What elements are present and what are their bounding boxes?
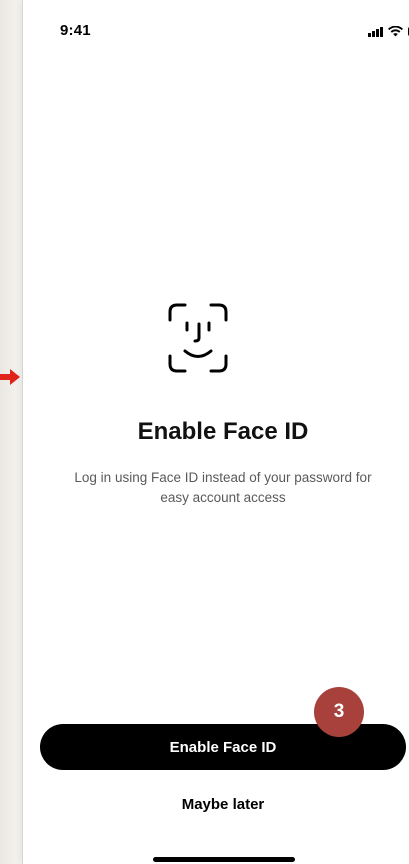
- wifi-icon: [387, 25, 403, 36]
- status-time: 9:41: [60, 22, 91, 39]
- face-id-icon: [168, 303, 228, 373]
- phone-screen: 9:41 Enable Face ID Log in using Face ID…: [22, 0, 409, 864]
- status-icons: [368, 24, 409, 38]
- maybe-later-button[interactable]: Maybe later: [23, 796, 409, 813]
- page-title: Enable Face ID: [137, 418, 309, 445]
- step-badge: 3: [314, 687, 364, 737]
- home-indicator[interactable]: [153, 857, 295, 862]
- signal-icon: [368, 26, 383, 37]
- status-bar: 9:41: [23, 0, 409, 60]
- pointer-arrow-icon: [0, 369, 20, 385]
- page-description: Log in using Face ID instead of your pas…: [74, 470, 372, 505]
